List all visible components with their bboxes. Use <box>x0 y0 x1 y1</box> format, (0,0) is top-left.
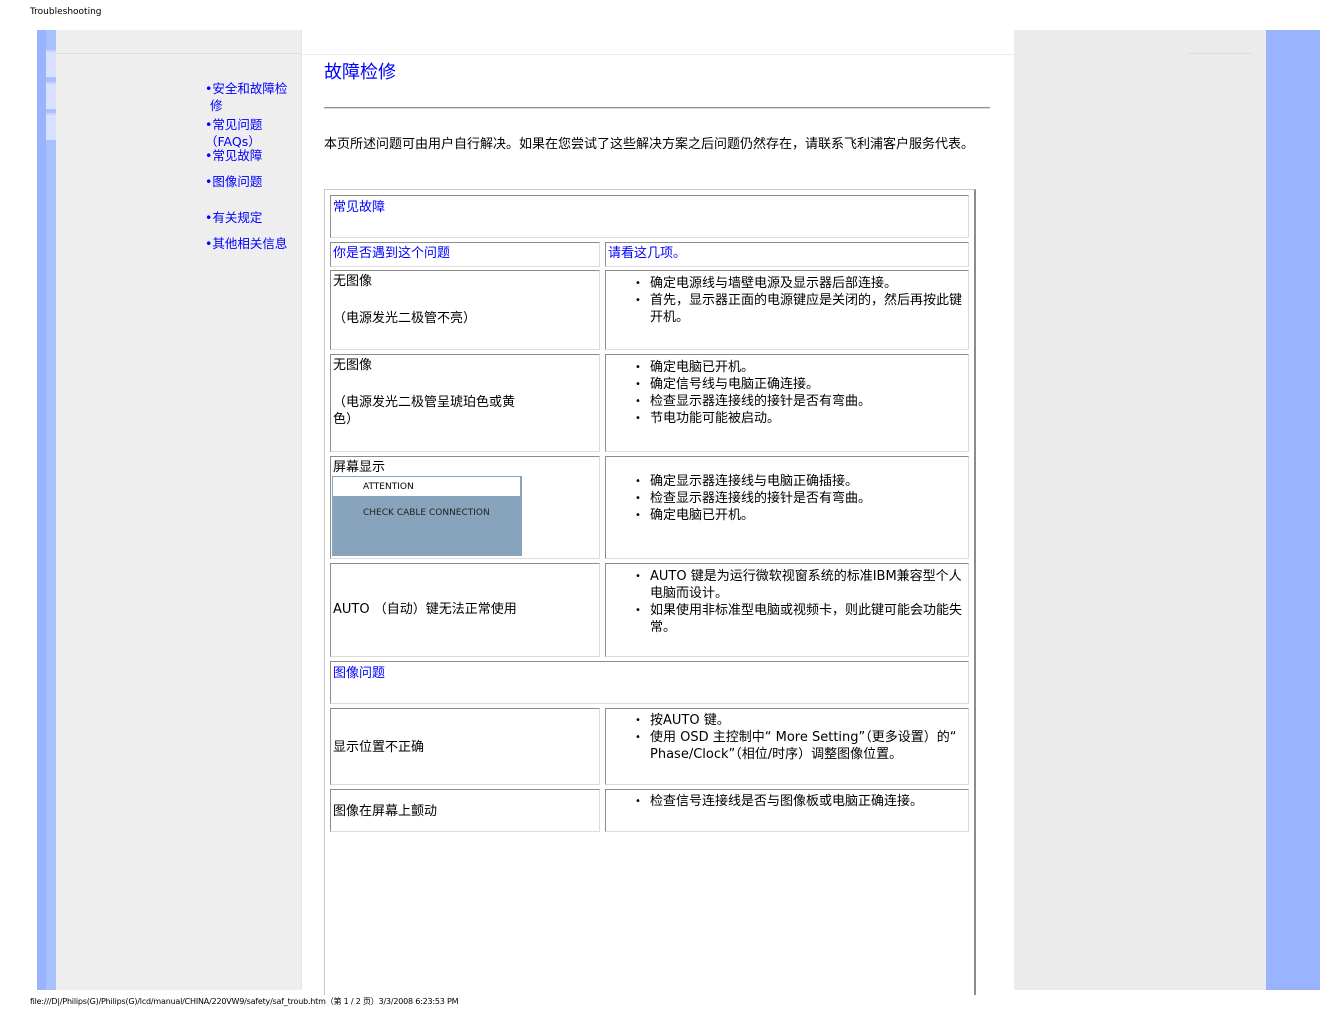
list-item: 确定电脑已开机。 <box>635 359 968 376</box>
osd-title-bar <box>332 476 521 497</box>
nav-link-label: •安全和故障检 <box>205 81 288 96</box>
browser-header-title: Troubleshooting <box>30 7 102 17</box>
list-item: 按AUTO 键。 <box>635 712 968 729</box>
problem-text: 图像在屏幕上颤动 <box>333 804 438 819</box>
title-rule <box>324 107 990 109</box>
list-item: 首先，显示器正面的电源键应是关闭的，然后再按此键开机。 <box>635 292 968 326</box>
list-item: 检查信号连接线是否与图像板或电脑正确连接。 <box>635 793 968 810</box>
problem-text: 显示位置不正确 <box>333 740 425 755</box>
nav-link-label: •有关规定 <box>205 210 263 225</box>
nav-link-label: •常见故障 <box>205 148 263 163</box>
nav-divider <box>56 53 301 54</box>
problem-text: 无图像 <box>333 358 373 373</box>
content-divider <box>302 54 1014 55</box>
list-item: 检查显示器连接线的接针是否有弯曲。 <box>635 393 968 410</box>
table-row-question: 显示位置不正确 <box>330 708 600 785</box>
problem-text: AUTO （自动）键无法正常使用 <box>333 602 517 617</box>
nav-link-label: •图像问题 <box>205 174 263 189</box>
list-item: 确定信号线与电脑正确连接。 <box>635 376 968 393</box>
osd-message-text: CHECK CABLE CONNECTION <box>363 508 490 518</box>
nav-link-common-problems[interactable]: •常见故障 <box>205 147 300 164</box>
list-item: 使用 OSD 主控制中“ More Setting”（更多设置）的“ Phase… <box>635 729 968 763</box>
table-row-answer: 按AUTO 键。 使用 OSD 主控制中“ More Setting”（更多设置… <box>605 708 969 785</box>
table-row-answer: 确定电源线与墙壁电源及显示器后部连接。 首先，显示器正面的电源键应是关闭的，然后… <box>605 270 969 350</box>
problem-text: 屏幕显示 <box>333 460 386 475</box>
nav-link-safety[interactable]: •安全和故障检 修 <box>205 80 300 114</box>
osd-warning-image: ATTENTION CHECK CABLE CONNECTION <box>332 476 522 556</box>
table-row-question: AUTO （自动）键无法正常使用 <box>330 563 600 657</box>
browser-footer-path: file:///D|/Philips(G)/Philips(G)/lcd/man… <box>30 997 459 1006</box>
list-item: 确定电源线与墙壁电源及显示器后部连接。 <box>635 275 968 292</box>
right-panel-divider <box>1188 53 1252 54</box>
column-header-question: 你是否遇到这个问题 <box>330 242 600 267</box>
list-item: AUTO 键是为运行微软视窗系统的标准IBM兼容型个人电脑而设计。 <box>635 568 968 602</box>
page-title: 故障检修 <box>324 62 396 83</box>
nav-link-faqs[interactable]: •常见问题 （FAQs） <box>205 116 300 150</box>
left-tab <box>46 50 56 77</box>
section-title-imaging-problems: 图像问题 <box>330 661 969 704</box>
left-tab <box>46 82 56 109</box>
osd-attention-text: ATTENTION <box>363 482 414 492</box>
table-row-question: 无图像 （电源发光二极管不亮） <box>330 270 600 350</box>
right-blue-border <box>1266 30 1320 990</box>
nav-link-regulatory[interactable]: •有关规定 <box>205 209 300 226</box>
section-title-common-problems: 常见故障 <box>330 195 969 238</box>
left-tab-strip <box>46 30 56 990</box>
table-row-answer: 确定显示器连接线与电脑正确插接。 检查显示器连接线的接针是否有弯曲。 确定电脑已… <box>605 456 969 559</box>
nav-link-label: •常见问题 <box>205 117 263 132</box>
table-row-answer: AUTO 键是为运行微软视窗系统的标准IBM兼容型个人电脑而设计。 如果使用非标… <box>605 563 969 657</box>
list-item: 检查显示器连接线的接针是否有弯曲。 <box>635 490 968 507</box>
nav-link-label: •其他相关信息 <box>205 236 288 251</box>
problem-detail: （电源发光二极管呈琥珀色或黄色） <box>333 395 516 427</box>
table-row-question: 无图像 （电源发光二极管呈琥珀色或黄色） <box>330 354 600 452</box>
left-blue-border <box>37 30 46 990</box>
list-item: 节电功能可能被启动。 <box>635 410 968 427</box>
table-row-answer: 检查信号连接线是否与图像板或电脑正确连接。 <box>605 789 969 832</box>
list-item: 确定显示器连接线与电脑正确插接。 <box>635 473 968 490</box>
side-navigation: •安全和故障检 修 •常见问题 （FAQs） •常见故障 •图像问题 •有关规定… <box>205 80 300 252</box>
problem-detail: （电源发光二极管不亮） <box>333 311 477 326</box>
left-tab <box>46 113 56 140</box>
list-item: 如果使用非标准型电脑或视频卡，则此键可能会功能失常。 <box>635 602 968 636</box>
table-row-answer: 确定电脑已开机。 确定信号线与电脑正确连接。 检查显示器连接线的接针是否有弯曲。… <box>605 354 969 452</box>
nav-link-label: 修 <box>210 98 223 113</box>
intro-paragraph: 本页所述问题可由用户自行解决。如果在您尝试了这些解决方案之后问题仍然存在，请联系… <box>324 137 975 152</box>
nav-link-other-info[interactable]: •其他相关信息 <box>205 235 300 252</box>
table-row-question: 图像在屏幕上颤动 <box>330 789 600 832</box>
right-gray-panel <box>1014 30 1266 990</box>
nav-link-imaging-problems[interactable]: •图像问题 <box>205 173 300 190</box>
list-item: 确定电脑已开机。 <box>635 507 968 524</box>
column-header-answer: 请看这几项。 <box>605 242 969 267</box>
problem-text: 无图像 <box>333 274 373 289</box>
